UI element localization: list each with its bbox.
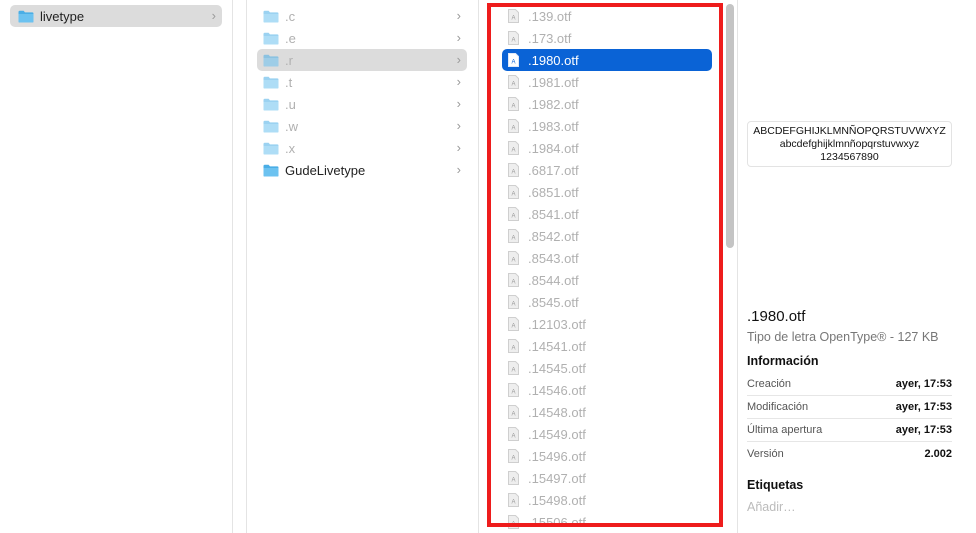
add-tags-input[interactable]: Añadir… [747,500,796,514]
file-type: Tipo de letra OpenType® - 127 KB [747,330,939,344]
tags-heading: Etiquetas [747,478,804,492]
preview-lowercase: abcdefghijklmnñopqrstuvwxyz [779,138,920,150]
highlight-box [487,3,723,527]
info-row-last-opened: Última apertura ayer, 17:53 [747,419,952,442]
info-row-version: Versión 2.002 [747,442,952,465]
info-value: 2.002 [924,447,952,460]
preview-uppercase: ABCDEFGHIJKLMNÑOPQRSTUVWXYZ [753,125,946,137]
info-row-modified: Modificación ayer, 17:53 [747,396,952,419]
info-key: Modificación [747,401,809,413]
info-key: Versión [747,447,784,460]
file-name: .1980.otf [747,308,806,325]
preview-digits: 1234567890 [820,151,879,163]
column-separator [737,0,738,533]
info-key: Creación [747,378,792,390]
font-preview: ABCDEFGHIJKLMNÑOPQRSTUVWXYZ abcdefghijkl… [747,121,952,167]
info-value: ayer, 17:53 [895,378,952,390]
info-value: ayer, 17:53 [895,401,952,413]
info-row-creation: Creación ayer, 17:53 [747,373,952,396]
info-heading: Información [747,354,819,368]
info-key: Última apertura [747,424,823,436]
column-3-scrollbar[interactable] [726,4,734,248]
info-value: ayer, 17:53 [895,424,952,436]
